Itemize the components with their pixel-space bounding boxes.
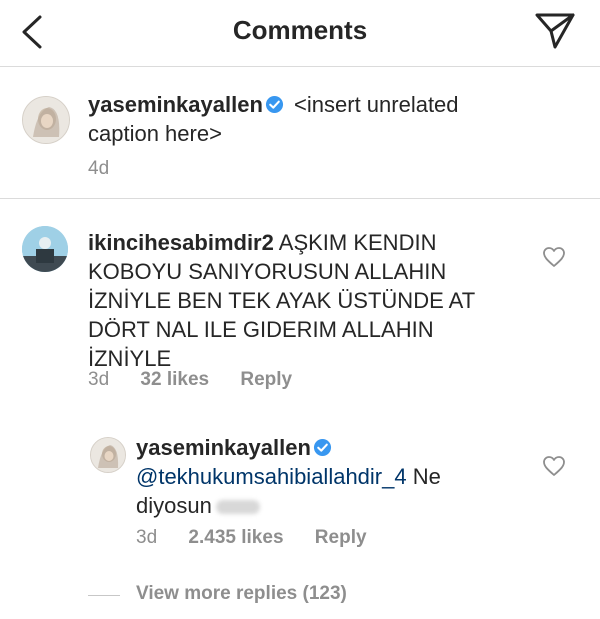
comment-username[interactable]: ikincihesabimdir2 [88,230,274,255]
reply-avatar[interactable] [90,437,126,473]
reply-reply-button[interactable]: Reply [315,527,367,548]
comment-text: ikincihesabimdir2 AŞKIM KENDIN KOBOYU SA… [88,228,480,373]
reply-time: 3d [136,527,158,548]
caption-time: 4d [88,158,135,180]
comment-meta: 3d 32 likes Reply [88,369,318,391]
avatar-image [22,226,68,272]
blurred-word [215,500,260,515]
paper-plane-icon [535,13,575,49]
header-bar: Comments [0,0,600,66]
verified-badge-icon [265,95,283,114]
reply-username[interactable]: yaseminkayallen [136,435,311,460]
page-title: Comments [232,15,368,45]
reply-text: yaseminkayallen @tekhukumsahibiallahdir_… [136,433,481,520]
avatar-image [23,97,69,143]
heart-outline-icon [543,247,565,267]
reply-meta: 3d 2.435 likes Reply [136,527,393,549]
reply-mention[interactable]: @tekhukumsahibiallahdir_4 [136,464,407,489]
like-comment-button[interactable] [542,246,566,268]
header-divider [0,66,600,67]
view-more-replies-button[interactable]: View more replies (123) [136,583,347,605]
reply-likes[interactable]: 2.435 likes [188,527,283,548]
caption-username[interactable]: yaseminkayallen [88,92,263,117]
like-reply-button[interactable] [542,455,566,477]
comment-time: 3d [88,369,110,390]
verified-badge-icon [313,438,331,457]
caption-timestamp: 4d [88,158,110,179]
send-button[interactable] [534,12,576,50]
caption-text: yaseminkayallen <insert unrelated captio… [88,90,508,148]
caption-divider [0,198,600,199]
comment-reply-button[interactable]: Reply [240,369,292,390]
caption-avatar[interactable] [22,96,70,144]
avatar-image [91,438,125,472]
heart-outline-icon [543,456,565,476]
comment-avatar[interactable] [22,226,68,272]
view-more-divider [88,595,120,596]
comment-likes[interactable]: 32 likes [140,369,209,390]
